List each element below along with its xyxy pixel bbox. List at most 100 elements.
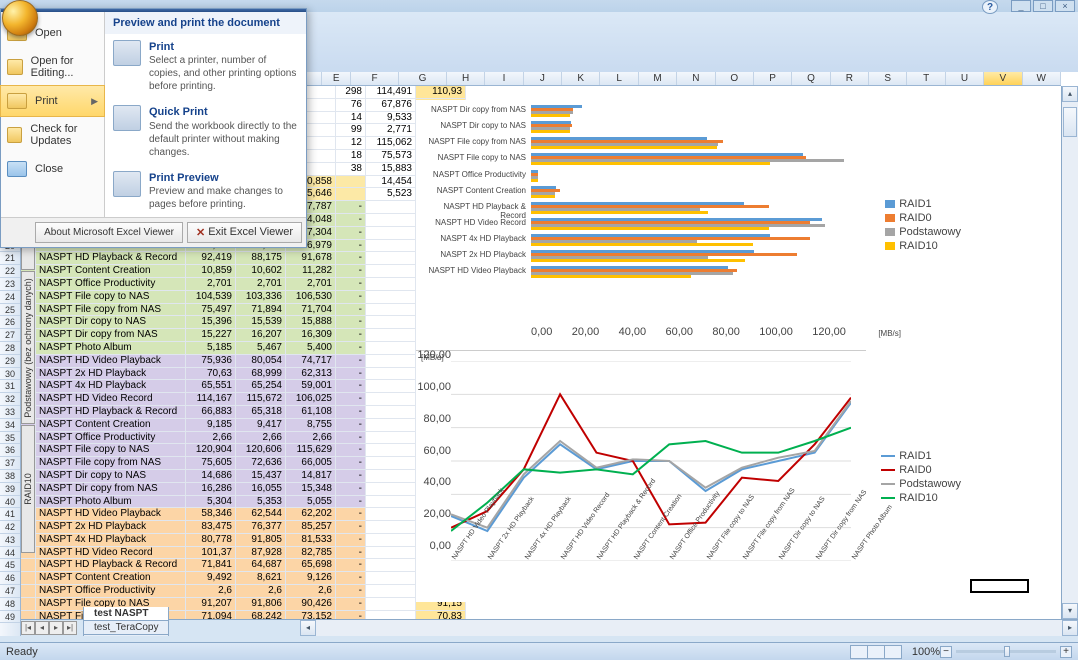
- cell[interactable]: -: [336, 547, 366, 560]
- cell[interactable]: 101,37: [186, 547, 236, 560]
- cell[interactable]: NASPT HD Video Playback: [36, 508, 186, 521]
- cell[interactable]: [366, 368, 416, 381]
- cell[interactable]: -: [336, 355, 366, 368]
- cell[interactable]: 65,318: [236, 406, 286, 419]
- cell[interactable]: [336, 176, 366, 189]
- cell[interactable]: [21, 572, 36, 585]
- cell[interactable]: -: [336, 483, 366, 496]
- cell[interactable]: 115,672: [236, 393, 286, 406]
- cell[interactable]: [366, 201, 416, 214]
- cell[interactable]: -: [336, 316, 366, 329]
- cell[interactable]: [21, 585, 36, 598]
- vertical-scrollbar[interactable]: ▴▾: [1061, 86, 1078, 619]
- cell[interactable]: NASPT HD Video Record: [36, 393, 186, 406]
- cell[interactable]: 66,005: [286, 457, 336, 470]
- column-header[interactable]: H: [447, 72, 485, 85]
- cell[interactable]: 91,207: [186, 598, 236, 611]
- cell[interactable]: 5,304: [186, 496, 236, 509]
- row-header[interactable]: 21: [0, 252, 20, 265]
- cell[interactable]: 65,254: [236, 380, 286, 393]
- cell[interactable]: 15,227: [186, 329, 236, 342]
- cell[interactable]: -: [336, 265, 366, 278]
- cell[interactable]: NASPT Photo Album: [36, 496, 186, 509]
- row-header[interactable]: 40: [0, 496, 20, 509]
- cell[interactable]: [366, 214, 416, 227]
- cell[interactable]: [366, 585, 416, 598]
- column-header[interactable]: O: [716, 72, 754, 85]
- cell[interactable]: 115,629: [286, 444, 336, 457]
- cell[interactable]: 10,859: [186, 265, 236, 278]
- cell[interactable]: NASPT Content Creation: [36, 572, 186, 585]
- cell[interactable]: 2,66: [286, 432, 336, 445]
- cell[interactable]: -: [336, 393, 366, 406]
- cell[interactable]: 14: [336, 112, 366, 125]
- row-header[interactable]: 38: [0, 470, 20, 483]
- close-button[interactable]: ×: [1055, 0, 1075, 12]
- cell[interactable]: [366, 291, 416, 304]
- cell[interactable]: -: [336, 585, 366, 598]
- cell[interactable]: 2,701: [186, 278, 236, 291]
- row-header[interactable]: 28: [0, 342, 20, 355]
- column-header[interactable]: G: [399, 72, 447, 85]
- column-header[interactable]: F: [351, 72, 399, 85]
- maximize-button[interactable]: □: [1033, 0, 1053, 12]
- menu-item[interactable]: Close: [1, 154, 104, 184]
- zoom-in[interactable]: +: [1060, 646, 1072, 658]
- cell[interactable]: 2,6: [286, 585, 336, 598]
- cell[interactable]: 87,928: [236, 547, 286, 560]
- row-header[interactable]: 22: [0, 265, 20, 278]
- cell[interactable]: 62,544: [236, 508, 286, 521]
- cell[interactable]: 72,636: [236, 457, 286, 470]
- cell[interactable]: 115,062: [366, 137, 416, 150]
- cell[interactable]: -: [336, 432, 366, 445]
- cell[interactable]: 14,817: [286, 470, 336, 483]
- cell[interactable]: 106,025: [286, 393, 336, 406]
- menu-item[interactable]: Print▶: [0, 85, 105, 117]
- row-header[interactable]: 35: [0, 432, 20, 445]
- cell[interactable]: 76: [336, 99, 366, 112]
- cell[interactable]: 2,701: [286, 278, 336, 291]
- row-header[interactable]: 32: [0, 393, 20, 406]
- column-header[interactable]: L: [600, 72, 638, 85]
- view-buttons[interactable]: [851, 645, 902, 659]
- column-header[interactable]: R: [831, 72, 869, 85]
- cell[interactable]: NASPT 2x HD Playback: [36, 368, 186, 381]
- cell[interactable]: NASPT HD Playback & Record: [36, 559, 186, 572]
- cell[interactable]: 64,687: [236, 559, 286, 572]
- submenu-item[interactable]: PrintSelect a printer, number of copies,…: [105, 34, 306, 99]
- cell[interactable]: -: [336, 201, 366, 214]
- cell[interactable]: -: [336, 227, 366, 240]
- cell[interactable]: [366, 521, 416, 534]
- cell[interactable]: 91,806: [236, 598, 286, 611]
- cell[interactable]: 15,437: [236, 470, 286, 483]
- cell[interactable]: [366, 572, 416, 585]
- cell[interactable]: -: [336, 598, 366, 611]
- cell[interactable]: 2,66: [186, 432, 236, 445]
- cell[interactable]: 8,755: [286, 419, 336, 432]
- cell[interactable]: 99: [336, 124, 366, 137]
- cell[interactable]: 9,126: [286, 572, 336, 585]
- cell[interactable]: 16,309: [286, 329, 336, 342]
- cell[interactable]: 14,454: [366, 176, 416, 189]
- cell[interactable]: 103,336: [236, 291, 286, 304]
- row-header[interactable]: 41: [0, 508, 20, 521]
- cell[interactable]: 71,894: [236, 304, 286, 317]
- cell[interactable]: NASPT Content Creation: [36, 265, 186, 278]
- cell[interactable]: 10,602: [236, 265, 286, 278]
- zoom-slider[interactable]: [956, 650, 1056, 653]
- cell[interactable]: [366, 406, 416, 419]
- cell[interactable]: 68,999: [236, 368, 286, 381]
- cell[interactable]: NASPT File copy from NAS: [36, 304, 186, 317]
- cell[interactable]: [366, 444, 416, 457]
- cell[interactable]: NASPT Office Productivity: [36, 432, 186, 445]
- cell[interactable]: [366, 483, 416, 496]
- cell[interactable]: -: [336, 291, 366, 304]
- cell[interactable]: 15,883: [366, 163, 416, 176]
- cell[interactable]: -: [336, 611, 366, 619]
- row-header[interactable]: 25: [0, 304, 20, 317]
- cell[interactable]: NASPT Dir copy from NAS: [36, 483, 186, 496]
- cell[interactable]: NASPT Photo Album: [36, 342, 186, 355]
- cell[interactable]: 2,66: [236, 432, 286, 445]
- cell[interactable]: 92,419: [186, 252, 236, 265]
- column-header[interactable]: V: [984, 72, 1022, 85]
